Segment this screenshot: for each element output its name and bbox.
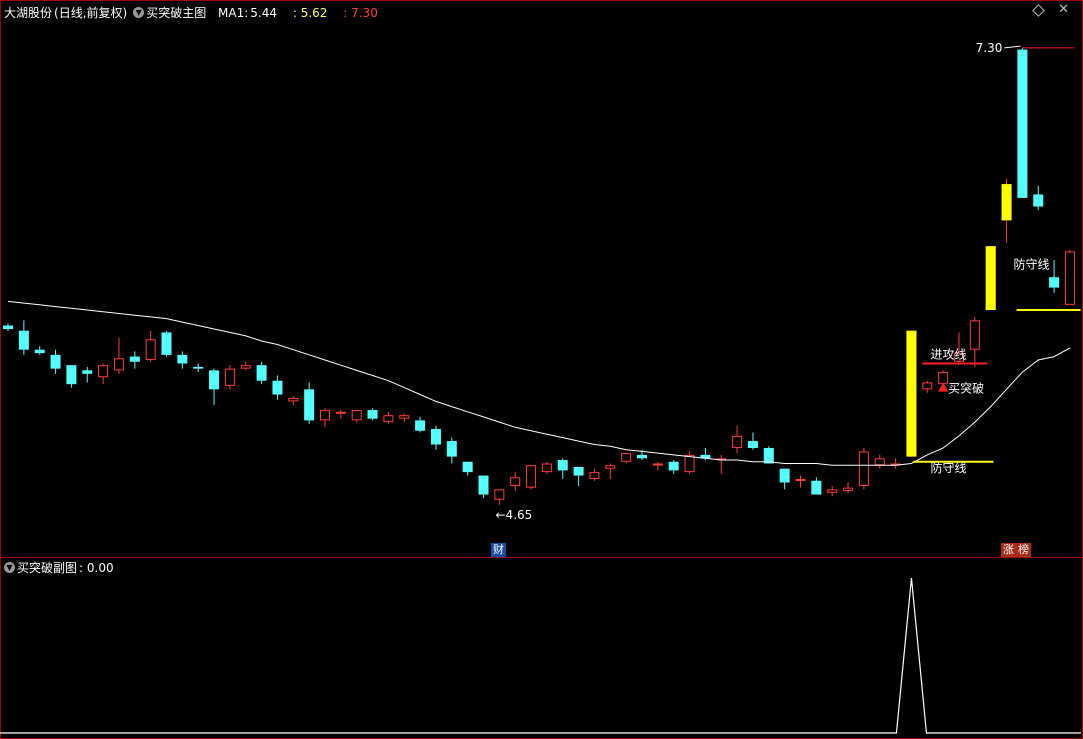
candle-body: [763, 447, 774, 464]
defense-line-label: 防守线: [1014, 257, 1050, 272]
candle-body: [795, 479, 806, 482]
candle-body: [494, 489, 505, 500]
candle-body: [256, 365, 267, 381]
candle-body: [1049, 277, 1060, 288]
defense-line-label: 防守线: [930, 460, 966, 475]
candle-body: [3, 325, 13, 329]
signal-bar: [1001, 184, 1012, 221]
candle-body: [240, 365, 251, 369]
finance-marker[interactable]: 财: [491, 543, 506, 557]
candle-body: [652, 463, 663, 466]
candle-body: [430, 429, 441, 445]
candle-body: [573, 466, 584, 476]
candle-body: [335, 411, 346, 414]
candle-body: [684, 454, 695, 473]
candle-body: [1033, 194, 1044, 207]
candle-body: [193, 366, 204, 369]
candle-body: [98, 365, 109, 378]
candle-body: [811, 480, 822, 495]
limit-up-marker[interactable]: 涨: [1001, 543, 1016, 557]
candle-body: [478, 475, 489, 495]
candle-body: [1017, 49, 1028, 198]
buy-signal-label: 买突破: [948, 381, 984, 396]
candle-body: [541, 463, 552, 473]
candle-body: [320, 410, 330, 421]
attack-line-label: 进攻线: [930, 347, 966, 361]
candle-body: [145, 339, 156, 361]
candle-body: [557, 460, 568, 471]
candle-body: [209, 370, 220, 390]
candle-body: [399, 415, 410, 419]
candle-body: [922, 382, 933, 390]
candle-body: [969, 320, 980, 350]
candle-body: [827, 489, 838, 493]
signal-bar: [985, 246, 996, 311]
candle-body: [351, 410, 362, 421]
candle-body: [605, 465, 616, 469]
candle-body: [589, 472, 600, 480]
candle-body: [224, 368, 235, 386]
candle-body: [446, 441, 457, 457]
candle-body: [129, 356, 140, 362]
candle-body: [668, 461, 679, 471]
candle-body: [510, 477, 521, 486]
candle-body: [747, 441, 758, 448]
candle-body: [938, 372, 949, 385]
candle-body: [367, 410, 378, 419]
candle-body: [1064, 251, 1075, 305]
low-price-label: ←4.65: [496, 508, 533, 522]
candle-body: [874, 458, 885, 466]
candle-body: [113, 358, 124, 371]
candle-body: [304, 389, 315, 421]
candlestick-chart[interactable]: 防守线防守线进攻线买突破7.30←4.65: [0, 0, 1083, 739]
sub-indicator-line: [0, 577, 1081, 734]
candle-body: [66, 365, 77, 385]
candle-body: [621, 453, 632, 462]
candle-body: [18, 330, 29, 350]
candle-body: [415, 420, 426, 431]
candle-body: [161, 332, 172, 355]
candle-body: [50, 354, 61, 369]
signal-bar: [906, 330, 917, 457]
candle-body: [82, 370, 93, 374]
candle-body: [843, 487, 854, 492]
candle-body: [526, 465, 537, 488]
list-marker[interactable]: 榜: [1016, 543, 1031, 557]
candle-body: [858, 451, 869, 486]
candle-body: [779, 468, 790, 483]
candle-body: [383, 415, 394, 423]
candle-body: [34, 349, 45, 354]
candle-body: [462, 461, 473, 473]
candle-body: [288, 397, 299, 402]
high-price-label: 7.30: [976, 41, 1003, 55]
candle-body: [732, 435, 743, 448]
candle-body: [177, 354, 188, 364]
candle-body: [637, 454, 647, 459]
candle-body: [272, 380, 283, 395]
high-pointer: [1004, 45, 1021, 49]
